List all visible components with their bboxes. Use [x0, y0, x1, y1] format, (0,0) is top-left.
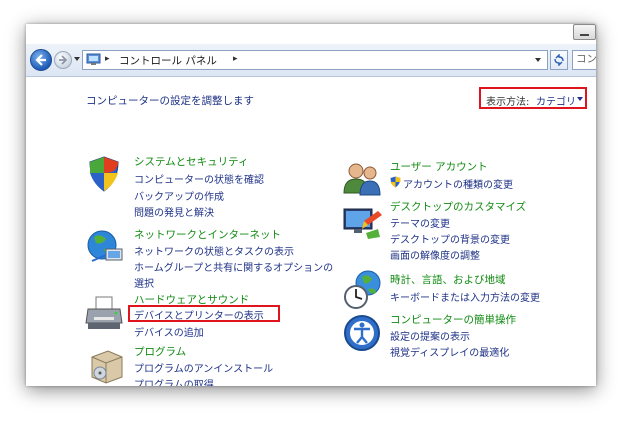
users-icon — [343, 163, 381, 196]
link-homegroup-sharing-options[interactable]: ホームグループと共有に関するオプションの — [134, 259, 333, 274]
globe-network-icon — [87, 230, 123, 262]
category-title-clock-language-region[interactable]: 時計、言語、および地域 — [390, 272, 506, 287]
link-change-keyboard-input[interactable]: キーボードまたは入力方法の変更 — [390, 289, 540, 304]
breadcrumb-separator[interactable]: ▸ — [233, 54, 238, 64]
link-optimize-visual-display[interactable]: 視覚ディスプレイの最適化 — [390, 344, 509, 359]
search-input[interactable]: コン — [572, 50, 596, 70]
refresh-button[interactable] — [550, 50, 568, 70]
printer-icon — [85, 296, 123, 329]
link-homegroup-sharing-options-cont[interactable]: 選択 — [134, 275, 154, 290]
link-create-backup[interactable]: バックアップの作成 — [134, 188, 224, 203]
title-bar — [26, 24, 596, 44]
forward-arrow-icon — [59, 55, 68, 65]
control-panel-window: ▸ コントロール パネル ▸ コン コンピューターの設定を調整します 表示方法:… — [26, 24, 596, 386]
clock-globe-icon — [344, 270, 381, 309]
link-change-account-type[interactable]: アカウントの種類の変更 — [403, 176, 513, 191]
link-check-computer-status[interactable]: コンピューターの状態を確認 — [134, 171, 264, 186]
category-title-programs[interactable]: プログラム — [134, 344, 186, 359]
link-suggested-settings[interactable]: 設定の提案の表示 — [390, 328, 470, 343]
category-title-user-accounts[interactable]: ユーザー アカウント — [390, 159, 488, 174]
back-arrow-icon — [35, 54, 46, 66]
link-find-and-fix-problems[interactable]: 問題の発見と解決 — [134, 204, 214, 219]
forward-button[interactable] — [54, 51, 72, 69]
uac-shield-icon — [390, 176, 401, 188]
category-title-system-security[interactable]: システムとセキュリティ — [134, 154, 249, 169]
link-add-device[interactable]: デバイスの追加 — [134, 324, 204, 339]
ease-of-access-icon — [344, 315, 380, 351]
desktop-appearance-icon — [343, 208, 382, 239]
link-adjust-screen-resolution[interactable]: 画面の解像度の調整 — [390, 247, 480, 262]
view-by-label: 表示方法: — [486, 97, 530, 108]
recent-pages-dropdown[interactable] — [74, 57, 80, 61]
link-change-desktop-background[interactable]: デスクトップの背景の変更 — [390, 231, 510, 246]
refresh-icon — [554, 54, 564, 66]
page-title: コンピューターの設定を調整します — [86, 95, 254, 107]
programs-box-icon — [91, 350, 123, 384]
category-title-network-internet[interactable]: ネットワークとインターネット — [134, 227, 281, 242]
back-button[interactable] — [30, 49, 52, 71]
navigation-bar: ▸ コントロール パネル ▸ コン — [26, 44, 596, 77]
shield-icon — [89, 156, 119, 192]
address-bar[interactable]: ▸ コントロール パネル ▸ — [82, 50, 548, 70]
link-view-devices-printers[interactable]: デバイスとプリンターの表示 — [134, 307, 264, 322]
category-title-appearance[interactable]: デスクトップのカスタマイズ — [390, 199, 526, 214]
breadcrumb-control-panel[interactable]: コントロール パネル — [119, 53, 217, 68]
chevron-down-icon[interactable] — [577, 97, 583, 101]
minimize-button[interactable] — [573, 24, 596, 40]
view-by-value[interactable]: カテゴリ — [536, 93, 576, 108]
link-change-theme[interactable]: テーマの変更 — [390, 215, 450, 230]
link-network-status-tasks[interactable]: ネットワークの状態とタスクの表示 — [134, 243, 294, 258]
category-title-ease-of-access[interactable]: コンピューターの簡単操作 — [390, 312, 516, 327]
link-uninstall-program[interactable]: プログラムのアンインストール — [134, 360, 273, 375]
address-dropdown-icon[interactable] — [535, 58, 541, 62]
main-content: コンピューターの設定を調整します 表示方法: カテゴリ システムとセキュリティ … — [26, 77, 596, 386]
breadcrumb-separator[interactable]: ▸ — [105, 54, 110, 64]
link-get-programs[interactable]: プログラムの取得 — [134, 376, 214, 386]
control-panel-icon — [86, 53, 101, 65]
view-by-selector[interactable]: 表示方法: カテゴリ — [479, 87, 587, 109]
